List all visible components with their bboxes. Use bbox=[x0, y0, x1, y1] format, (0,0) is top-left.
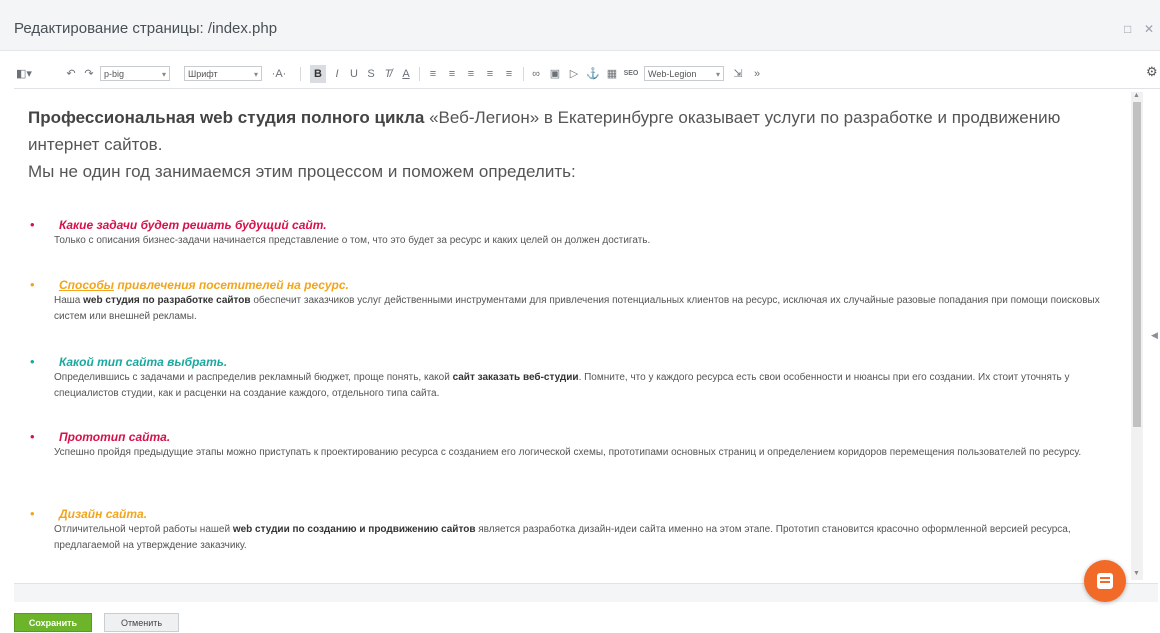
close-icon[interactable]: ✕ bbox=[1144, 22, 1154, 36]
indent-icon[interactable]: ≡ bbox=[482, 65, 498, 83]
scrollbar-thumb[interactable] bbox=[1133, 102, 1141, 427]
more-button[interactable]: » bbox=[750, 65, 764, 83]
list-item-text: Отличительной чертой работы нашей web ст… bbox=[54, 524, 1071, 551]
video-icon[interactable]: ▷ bbox=[566, 65, 582, 83]
list-item-title-link[interactable]: Способы bbox=[59, 278, 114, 292]
bullet-icon: • bbox=[30, 217, 35, 232]
undo-icon[interactable]: ↶ bbox=[64, 65, 78, 83]
editor-scrollbar[interactable]: ▲ ▼ bbox=[1131, 92, 1143, 580]
toolbar-divider bbox=[523, 67, 524, 81]
font-size-icon[interactable]: ·A· bbox=[268, 65, 290, 83]
intro-line-2: Мы не один год занимаемся этим процессом… bbox=[28, 162, 576, 181]
font-select[interactable]: Шрифт ▾ bbox=[184, 66, 262, 81]
cancel-button[interactable]: Отменить bbox=[104, 613, 179, 632]
list-item-title: Прототип сайта. bbox=[59, 430, 171, 444]
list-item-text: Наша web студия по разработке сайтов обе… bbox=[54, 295, 1100, 322]
maximize-icon[interactable]: □ bbox=[1124, 22, 1131, 36]
page-edit-dialog: Редактирование страницы: /index.php □ ✕ … bbox=[0, 0, 1160, 633]
intro-paragraph: Профессиональная web студия полного цикл… bbox=[28, 104, 1118, 185]
clear-format-icon[interactable]: T̸ bbox=[381, 65, 395, 83]
view-mode-icon[interactable]: ◧▾ bbox=[14, 65, 34, 83]
list-item-title: Какой тип сайта выбрать. bbox=[59, 355, 228, 369]
list-item-title: Какие задачи будет решать будущий сайт. bbox=[59, 218, 327, 232]
table-icon[interactable]: ▦ bbox=[604, 65, 620, 83]
chevron-down-icon: ▾ bbox=[253, 70, 258, 79]
image-icon[interactable]: ▣ bbox=[547, 65, 563, 83]
bullet-icon: • bbox=[30, 277, 35, 292]
outdent-icon[interactable]: ≡ bbox=[463, 65, 479, 83]
list-item-text: Определившись с задачами и распределив р… bbox=[54, 372, 1070, 399]
settings-gear-icon[interactable]: ⚙ bbox=[1146, 64, 1158, 80]
ordered-list-icon[interactable]: ≡ bbox=[425, 65, 441, 83]
link-icon[interactable]: ∞ bbox=[528, 65, 544, 83]
redo-icon[interactable]: ↷ bbox=[82, 65, 96, 83]
paragraph-style-select[interactable]: p-big ▾ bbox=[100, 66, 170, 81]
editor-statusbar bbox=[14, 583, 1158, 602]
strikethrough-icon[interactable]: S bbox=[364, 65, 378, 83]
save-button[interactable]: Сохранить bbox=[14, 613, 92, 632]
dialog-title: Редактирование страницы: /index.php bbox=[14, 20, 278, 37]
side-panel-toggle-icon[interactable]: ◀ bbox=[1151, 330, 1158, 341]
scroll-down-icon[interactable]: ▼ bbox=[1133, 570, 1140, 577]
editor-content-area[interactable]: Профессиональная web студия полного цикл… bbox=[14, 92, 1130, 580]
bullet-icon: • bbox=[30, 506, 35, 521]
chat-widget-button[interactable] bbox=[1084, 560, 1126, 602]
unordered-list-icon[interactable]: ≡ bbox=[444, 65, 460, 83]
chevron-down-icon: ▾ bbox=[715, 70, 720, 79]
bold-icon[interactable]: B bbox=[310, 65, 326, 83]
toolbar-divider bbox=[419, 67, 420, 81]
editor-toolbar: ◧▾ ↶ ↷ p-big ▾ Шрифт ▾ ·A· B I U S T̸ A ≡ … bbox=[14, 62, 1160, 89]
underline-icon[interactable]: U bbox=[347, 65, 361, 83]
fullscreen-icon[interactable]: ⇲ bbox=[730, 65, 746, 83]
bullet-icon: • bbox=[30, 429, 35, 444]
intro-bold-text: Профессиональная web студия полного цикл… bbox=[28, 108, 425, 127]
toolbar-divider bbox=[300, 67, 301, 81]
list-item-text: Успешно пройдя предыдущие этапы можно пр… bbox=[54, 447, 1082, 458]
font-color-icon[interactable]: A bbox=[399, 65, 413, 83]
align-icon[interactable]: ≡ bbox=[501, 65, 517, 83]
list-item-text: Только с описания бизнес-задачи начинает… bbox=[54, 235, 651, 246]
scroll-up-icon[interactable]: ▲ bbox=[1133, 92, 1140, 99]
list-item-title: Способы привлечения посетителей на ресур… bbox=[59, 278, 349, 292]
seo-icon[interactable]: SEO bbox=[623, 65, 639, 83]
chat-icon bbox=[1097, 573, 1113, 589]
bullet-icon: • bbox=[30, 354, 35, 369]
chevron-down-icon: ▾ bbox=[161, 70, 166, 79]
italic-icon[interactable]: I bbox=[330, 65, 344, 83]
dialog-titlebar[interactable]: Редактирование страницы: /index.php □ ✕ bbox=[0, 0, 1160, 51]
template-select[interactable]: Web-Legion ▾ bbox=[644, 66, 724, 81]
anchor-icon[interactable]: ⚓ bbox=[585, 65, 601, 83]
list-item-title: Дизайн сайта. bbox=[59, 507, 148, 521]
